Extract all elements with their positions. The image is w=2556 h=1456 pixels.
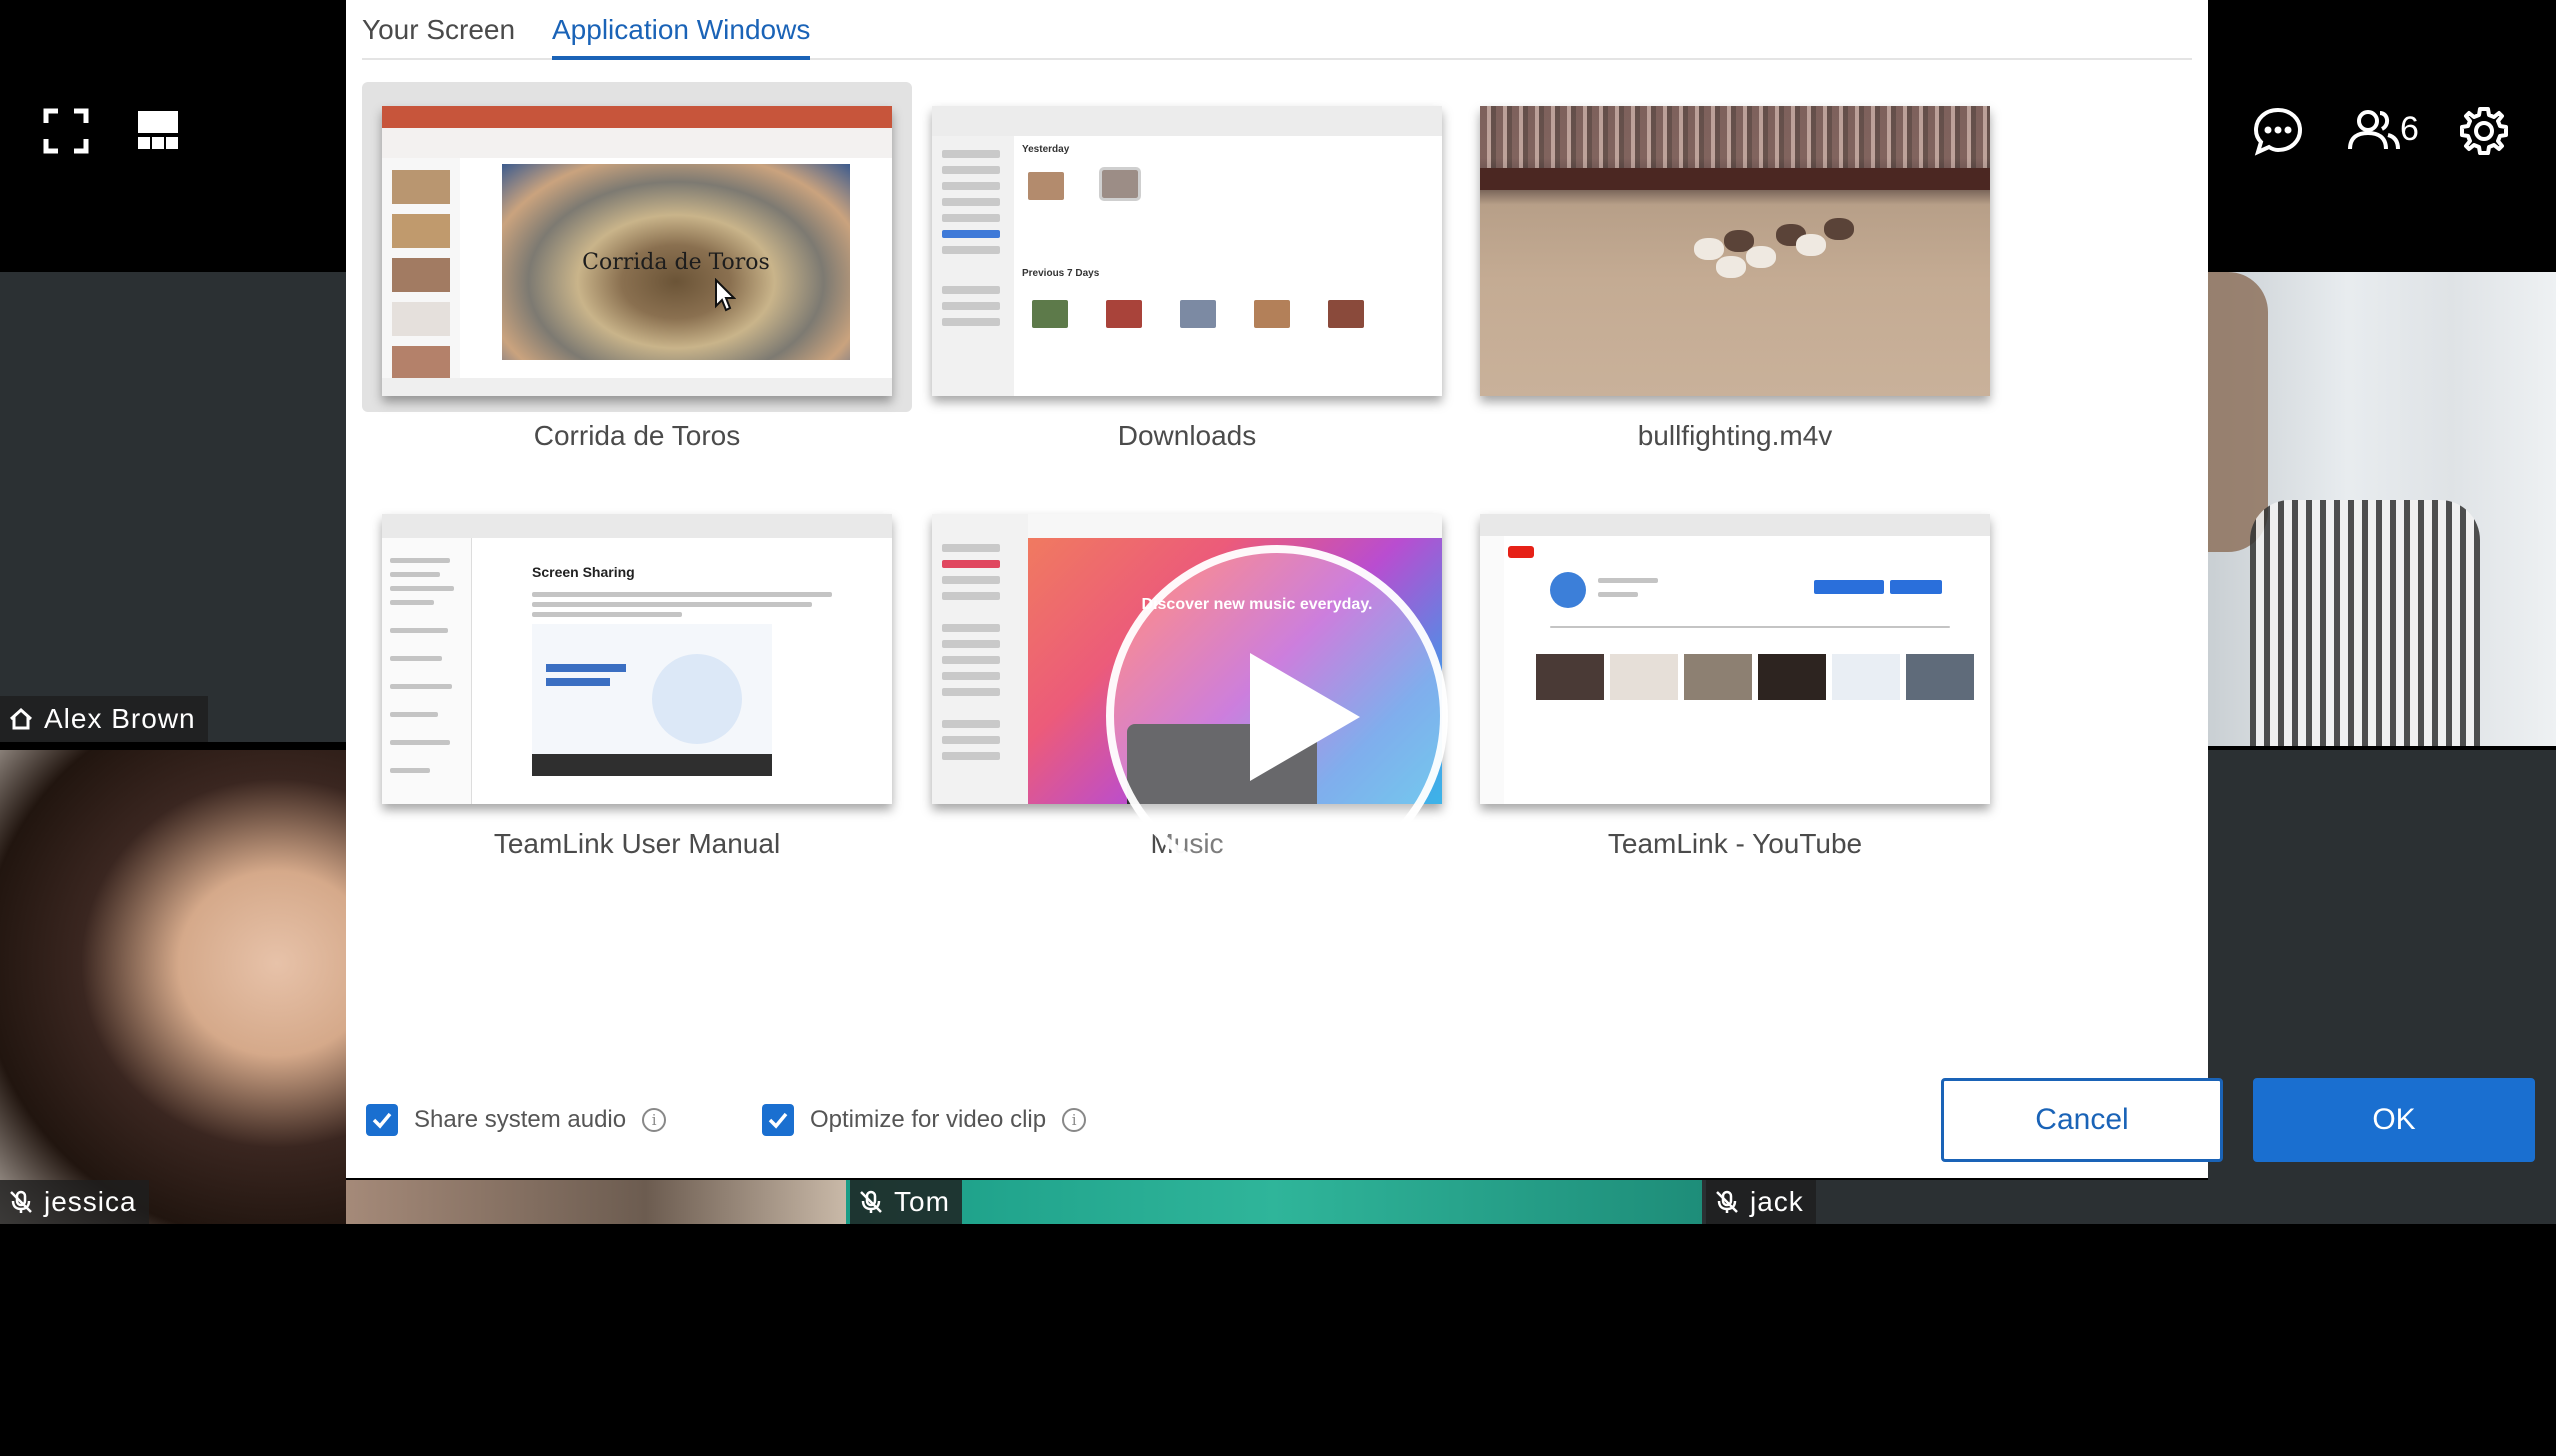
share-audio-checkbox[interactable] [366, 1104, 398, 1136]
participant-name: Alex Brown [44, 703, 196, 734]
manual-heading: Screen Sharing [532, 564, 635, 580]
window-card-bullfighting[interactable]: bullfighting.m4v [1460, 82, 2010, 451]
info-icon[interactable]: i [642, 1108, 667, 1132]
remote-video-detail [2208, 272, 2268, 552]
settings-icon[interactable] [2458, 105, 2510, 157]
video-tile-strip-tom [846, 1180, 1702, 1224]
window-card-downloads[interactable]: Yesterday Previous 7 Days Downloads [912, 82, 1462, 451]
participant-name: jack [1750, 1186, 1804, 1217]
name-tag-jessica: jessica [0, 1180, 149, 1224]
window-thumbnail [1480, 514, 1990, 804]
cancel-button[interactable]: Cancel [1941, 1078, 2223, 1162]
tab-application-windows[interactable]: Application Windows [552, 14, 811, 60]
window-label: Corrida de Toros [533, 420, 741, 451]
video-tile-jessica [0, 750, 346, 1224]
window-label: TeamLink User Manual [493, 828, 781, 859]
window-thumbnail: Yesterday Previous 7 Days [932, 106, 1442, 396]
play-icon [1250, 653, 1360, 781]
info-icon[interactable]: i [1062, 1108, 1087, 1132]
window-thumbnail: Screen Sharing [382, 514, 892, 804]
window-thumbnail: Corrida de Toros [382, 106, 892, 396]
name-tag-alex: Alex Brown [0, 696, 208, 742]
name-tag-tom: Tom [850, 1180, 962, 1224]
finder-section-yesterday: Yesterday [1022, 144, 1070, 155]
fullscreen-icon[interactable] [40, 105, 92, 157]
participant-name: jessica [44, 1186, 137, 1217]
home-icon [9, 707, 33, 730]
finder-section-previous: Previous 7 Days [1022, 268, 1100, 279]
window-card-user-manual[interactable]: Screen Sharing TeamLink User Manual [362, 490, 912, 859]
ok-button[interactable]: OK [2253, 1078, 2535, 1162]
play-button[interactable] [1106, 545, 1448, 887]
window-label: bullfighting.m4v [1637, 420, 1833, 451]
optimize-video-checkbox[interactable] [762, 1104, 794, 1136]
video-tile-alex [0, 272, 346, 742]
window-card-youtube[interactable]: TeamLink - YouTube [1460, 490, 2010, 859]
layout-icon[interactable] [132, 105, 184, 157]
optimize-video-label: Optimize for video clip [810, 1106, 1047, 1133]
window-thumbnail [1480, 106, 1990, 396]
mic-muted-icon [1716, 1190, 1738, 1213]
window-label: Downloads [1117, 420, 1257, 451]
remote-video-clothing [2250, 500, 2480, 746]
window-card-corrida[interactable]: Corrida de Toros Corrida de Toros [362, 82, 912, 451]
video-tile-strip-jack [1702, 1180, 2556, 1224]
cursor-icon [715, 278, 736, 312]
optimize-video-option: Optimize for video clip i [762, 1104, 1087, 1136]
source-tabs: Your Screen Application Windows [362, 0, 2192, 60]
window-label: TeamLink - YouTube [1607, 828, 1863, 859]
participants-count: 6 [2400, 110, 2419, 148]
share-audio-label: Share system audio [414, 1106, 627, 1133]
video-tile-strip-1 [346, 1180, 846, 1224]
share-audio-option: Share system audio i [366, 1104, 667, 1136]
mic-muted-icon [860, 1190, 882, 1213]
name-tag-jack: jack [1706, 1180, 1816, 1224]
chat-icon[interactable] [2252, 105, 2304, 157]
check-icon [372, 1112, 392, 1129]
participant-name: Tom [894, 1186, 950, 1217]
check-icon [768, 1112, 788, 1129]
slide-title: Corrida de Toros [582, 250, 770, 275]
mic-muted-icon [10, 1190, 32, 1213]
participants-icon[interactable] [2346, 105, 2402, 157]
tab-your-screen[interactable]: Your Screen [362, 14, 515, 60]
